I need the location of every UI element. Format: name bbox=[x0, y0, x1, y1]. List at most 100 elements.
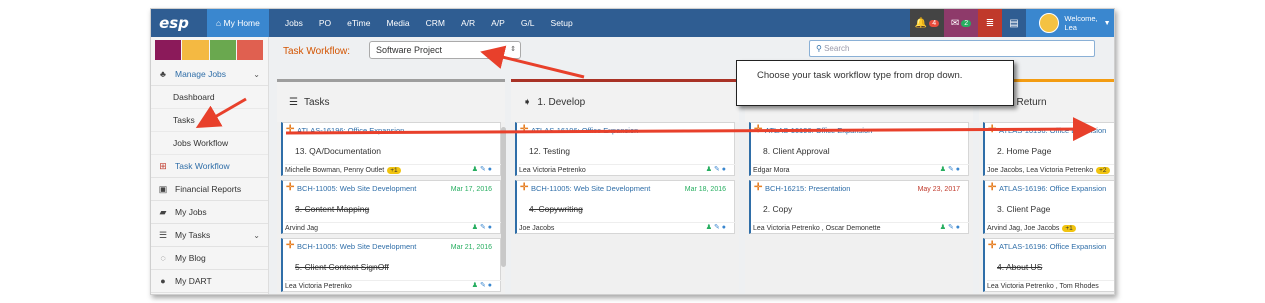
extra-count-badge: +1 bbox=[1062, 225, 1076, 232]
edit-icon[interactable]: ✎ bbox=[480, 166, 486, 173]
users-icon[interactable]: ♟ bbox=[940, 224, 946, 231]
move-icon[interactable]: ✛ bbox=[988, 124, 996, 135]
edit-icon[interactable]: ✎ bbox=[714, 224, 720, 231]
users-icon[interactable]: ♟ bbox=[706, 166, 712, 173]
tag-icon: ➧ bbox=[523, 96, 532, 108]
instruction-callout: Choose your task workflow type from drop… bbox=[736, 60, 1014, 106]
nav-media[interactable]: Media bbox=[386, 18, 409, 28]
card-project[interactable]: ATLAS-16196: Office Expansion bbox=[999, 242, 1106, 251]
edit-icon[interactable]: ✎ bbox=[948, 166, 954, 173]
column-4: ➧3. Return✛ ATLAS-16196: Office Expansio… bbox=[979, 79, 1114, 294]
book-button[interactable]: ▤ bbox=[1002, 9, 1026, 37]
comment-icon: ◌ bbox=[160, 253, 166, 263]
move-icon[interactable]: ✛ bbox=[988, 182, 996, 193]
card-project[interactable]: BCH-11005: Web Site Development bbox=[531, 184, 650, 193]
swatch-yellow[interactable] bbox=[182, 40, 209, 60]
comment-icon[interactable]: ● bbox=[488, 282, 492, 289]
move-icon[interactable]: ✛ bbox=[754, 182, 762, 193]
card-actions: ♟ ✎ ● bbox=[472, 223, 492, 231]
sidebar-item-financial-reports[interactable]: ▣ Financial Reports bbox=[151, 178, 268, 201]
sidebar-item-my-dart[interactable]: ● My DART bbox=[151, 270, 268, 293]
users-icon[interactable]: ♟ bbox=[472, 166, 478, 173]
column-scrollbar[interactable] bbox=[501, 127, 506, 267]
nav-po[interactable]: PO bbox=[319, 18, 331, 28]
task-card[interactable]: ✛ ATLAS-16196: Office Expansion 12. Test… bbox=[515, 122, 736, 176]
task-card[interactable]: ✛ BCH-11005: Web Site Development Mar 18… bbox=[515, 180, 736, 234]
task-card[interactable]: ✛ BCH-16215: Presentation May 23, 2017 2… bbox=[749, 180, 970, 234]
swatch-purple[interactable] bbox=[155, 40, 182, 60]
comment-icon[interactable]: ● bbox=[722, 224, 726, 231]
user-menu[interactable]: Welcome, Lea ▼ bbox=[1026, 9, 1114, 37]
users-icon[interactable]: ♟ bbox=[472, 224, 478, 231]
move-icon[interactable]: ✛ bbox=[988, 240, 996, 251]
nav-gl[interactable]: G/L bbox=[521, 18, 535, 28]
card-project[interactable]: ATLAS-16196: Office Expansion bbox=[999, 184, 1106, 193]
card-assignees: Joe Jacobs, Lea Victoria Petrenko +2 bbox=[987, 164, 1114, 174]
sidebar-item-manage-jobs[interactable]: ♣ Manage Jobs ⌄ bbox=[151, 63, 268, 86]
task-card[interactable]: ✛ BCH-11005: Web Site Development Mar 17… bbox=[281, 180, 502, 234]
tasks-icon: ☰ bbox=[158, 229, 168, 240]
nav-home[interactable]: ⌂ My Home bbox=[207, 9, 269, 37]
column-header: ☰ Tasks bbox=[277, 82, 505, 122]
nav-ar[interactable]: A/R bbox=[461, 18, 475, 28]
comment-icon[interactable]: ● bbox=[488, 166, 492, 173]
notifications-button[interactable]: 🔔 4 bbox=[910, 9, 944, 37]
card-date: Mar 17, 2016 bbox=[450, 186, 492, 193]
card-project[interactable]: BCH-11005: Web Site Development bbox=[297, 242, 416, 251]
move-icon[interactable]: ✛ bbox=[286, 240, 294, 251]
card-project[interactable]: ATLAS-16196: Office Expansion bbox=[999, 126, 1106, 135]
task-card[interactable]: ✛ ATLAS-16196: Office Expansion 4. About… bbox=[983, 238, 1114, 292]
messages-button[interactable]: ✉ 2 bbox=[944, 9, 978, 37]
comment-icon[interactable]: ● bbox=[722, 166, 726, 173]
card-project[interactable]: ATLAS-16196: Office Expansion bbox=[297, 126, 404, 135]
workflow-select[interactable]: Software Project ⇕ bbox=[369, 41, 521, 59]
task-card[interactable]: ✛ ATLAS-16196: Office Expansion 3. Clien… bbox=[983, 180, 1114, 234]
edit-icon[interactable]: ✎ bbox=[480, 224, 486, 231]
sidebar-item-task-workflow[interactable]: ⊞ Task Workflow bbox=[151, 155, 268, 178]
sidebar-item-my-blog[interactable]: ◌ My Blog bbox=[151, 247, 268, 270]
card-assignees: Lea Victoria Petrenko , Oscar Demonette bbox=[753, 222, 970, 232]
sidebar-item-my-tasks[interactable]: ☰ My Tasks ⌄ bbox=[151, 224, 268, 247]
card-project[interactable]: ATLAS-16196: Office Expansion bbox=[531, 126, 638, 135]
swatch-green[interactable] bbox=[209, 40, 236, 60]
comment-icon[interactable]: ● bbox=[956, 224, 960, 231]
task-card[interactable]: ✛ BCH-11005: Web Site Development Mar 21… bbox=[281, 238, 502, 292]
task-card[interactable]: ✛ ATLAS-16196: Office Expansion 2. Home … bbox=[983, 122, 1114, 176]
move-icon[interactable]: ✛ bbox=[520, 182, 528, 193]
workflow-icon: ⊞ bbox=[159, 160, 167, 171]
nav-ap[interactable]: A/P bbox=[491, 18, 505, 28]
nav-crm[interactable]: CRM bbox=[426, 18, 445, 28]
comment-icon[interactable]: ● bbox=[956, 166, 960, 173]
card-project[interactable]: BCH-11005: Web Site Development bbox=[297, 184, 416, 193]
task-card[interactable]: ✛ ATLAS-16196: Office Expansion 8. Clien… bbox=[749, 122, 970, 176]
database-button[interactable]: ≣ bbox=[978, 9, 1002, 37]
sidebar-item-tasks[interactable]: Tasks bbox=[151, 109, 268, 132]
move-icon[interactable]: ✛ bbox=[286, 182, 294, 193]
card-project[interactable]: ATLAS-16196: Office Expansion bbox=[765, 126, 872, 135]
app-logo[interactable]: esp bbox=[151, 9, 197, 37]
swatch-red[interactable] bbox=[236, 40, 263, 60]
move-icon[interactable]: ✛ bbox=[754, 124, 762, 135]
edit-icon[interactable]: ✎ bbox=[948, 224, 954, 231]
move-icon[interactable]: ✛ bbox=[286, 124, 294, 135]
task-card[interactable]: ✛ ATLAS-16196: Office Expansion 13. QA/D… bbox=[281, 122, 502, 176]
nav-jobs[interactable]: Jobs bbox=[285, 18, 303, 28]
sitemap-icon: ♣ bbox=[160, 69, 166, 79]
users-icon[interactable]: ♟ bbox=[472, 282, 478, 289]
card-actions: ♟ ✎ ● bbox=[472, 281, 492, 289]
users-icon[interactable]: ♟ bbox=[706, 224, 712, 231]
sidebar-item-my-jobs[interactable]: ▰ My Jobs bbox=[151, 201, 268, 224]
edit-icon[interactable]: ✎ bbox=[714, 166, 720, 173]
comment-icon[interactable]: ● bbox=[488, 224, 492, 231]
app-window: esp ⌂ My Home Jobs PO eTime Media CRM A/… bbox=[150, 8, 1115, 295]
move-icon[interactable]: ✛ bbox=[520, 124, 528, 135]
nav-setup[interactable]: Setup bbox=[551, 18, 573, 28]
search-input[interactable]: ⚲ Search bbox=[809, 40, 1095, 57]
sidebar-item-jobs-workflow[interactable]: Jobs Workflow bbox=[151, 132, 268, 155]
card-project[interactable]: BCH-16215: Presentation bbox=[765, 184, 850, 193]
edit-icon[interactable]: ✎ bbox=[480, 282, 486, 289]
sidebar-item-dashboard[interactable]: Dashboard bbox=[151, 86, 268, 109]
list-icon: ☰ bbox=[289, 96, 298, 108]
nav-etime[interactable]: eTime bbox=[347, 18, 370, 28]
users-icon[interactable]: ♟ bbox=[940, 166, 946, 173]
